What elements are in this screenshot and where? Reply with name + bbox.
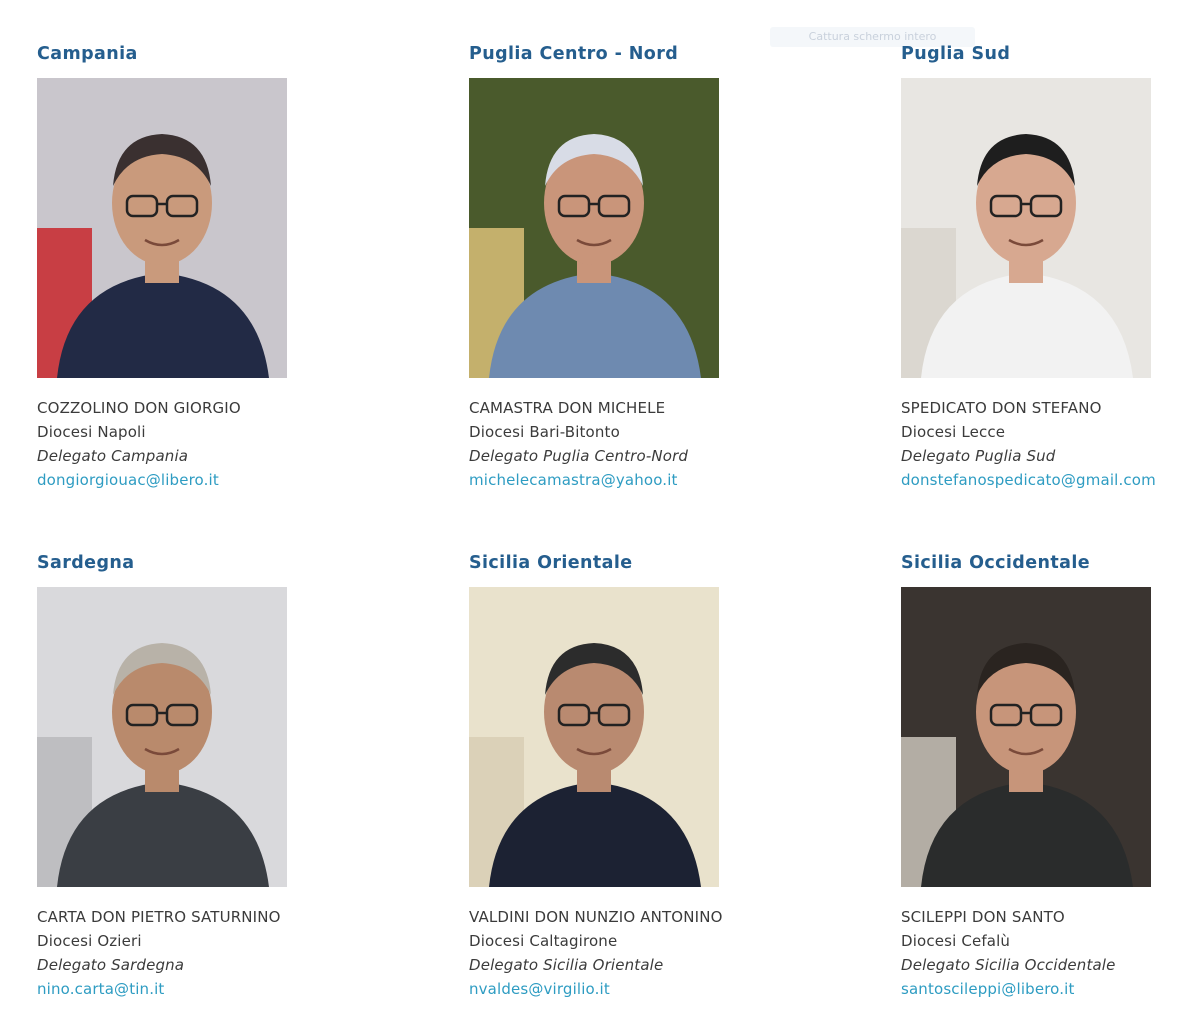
delegate-email-link[interactable]: michelecamastra@yahoo.it <box>469 471 678 489</box>
delegate-card-puglia-centro-nord: Puglia Centro - Nord CAMASTRA DON MICHEL… <box>469 43 769 489</box>
region-heading: Campania <box>37 44 138 64</box>
region-heading: Sicilia Orientale <box>469 553 633 573</box>
delegate-role: Delegato Campania <box>37 447 189 465</box>
delegate-card-campania: Campania COZZOLINO DON GIORGIO Diocesi N… <box>37 43 337 489</box>
region-heading: Sardegna <box>37 553 135 573</box>
delegate-role: Delegato Puglia Centro-Nord <box>469 447 689 465</box>
delegate-name: CARTA DON PIETRO SATURNINO <box>37 908 281 926</box>
delegate-diocese: Diocesi Lecce <box>901 423 1006 441</box>
delegate-name: CAMASTRA DON MICHELE <box>469 399 666 417</box>
delegate-diocese: Diocesi Napoli <box>37 423 146 441</box>
region-heading: Sicilia Occidentale <box>901 553 1090 573</box>
delegate-photo <box>37 587 287 887</box>
delegate-email-link[interactable]: donstefanospedicato@gmail.com <box>901 471 1156 489</box>
delegate-role: Delegato Puglia Sud <box>901 447 1056 465</box>
delegate-diocese: Diocesi Cefalù <box>901 932 1011 950</box>
delegate-info: COZZOLINO DON GIORGIO Diocesi Napoli Del… <box>37 396 241 492</box>
delegate-email-link[interactable]: dongiorgiouac@libero.it <box>37 471 219 489</box>
delegate-role: Delegato Sicilia Orientale <box>469 956 664 974</box>
delegate-diocese: Diocesi Ozieri <box>37 932 142 950</box>
delegate-name: SPEDICATO DON STEFANO <box>901 399 1102 417</box>
delegate-role: Delegato Sardegna <box>37 956 185 974</box>
delegate-role: Delegato Sicilia Occidentale <box>901 956 1116 974</box>
region-heading: Puglia Sud <box>901 44 1011 64</box>
delegate-card-sardegna: Sardegna CARTA DON PIETRO SATURNINO Dioc… <box>37 552 337 998</box>
delegate-card-puglia-sud: Puglia Sud SPEDICATO DON STEFANO Diocesi… <box>901 43 1200 489</box>
delegate-info: SCILEPPI DON SANTO Diocesi Cefalù Delega… <box>901 905 1116 1001</box>
delegate-name: COZZOLINO DON GIORGIO <box>37 399 241 417</box>
delegate-diocese: Diocesi Bari-Bitonto <box>469 423 620 441</box>
delegate-photo <box>901 78 1151 378</box>
delegate-info: VALDINI DON NUNZIO ANTONINO Diocesi Calt… <box>469 905 723 1001</box>
delegate-info: CARTA DON PIETRO SATURNINO Diocesi Ozier… <box>37 905 281 1001</box>
delegate-name: VALDINI DON NUNZIO ANTONINO <box>469 908 723 926</box>
delegate-email-link[interactable]: santoscileppi@libero.it <box>901 980 1075 998</box>
region-heading: Puglia Centro - Nord <box>469 44 679 64</box>
delegate-card-sicilia-orientale: Sicilia Orientale VALDINI DON NUNZIO ANT… <box>469 552 769 998</box>
delegate-photo <box>469 587 719 887</box>
delegate-email-link[interactable]: nvaldes@virgilio.it <box>469 980 610 998</box>
delegate-card-sicilia-occidentale: Sicilia Occidentale SCILEPPI DON SANTO D… <box>901 552 1200 998</box>
delegate-photo <box>469 78 719 378</box>
delegate-info: CAMASTRA DON MICHELE Diocesi Bari-Bitont… <box>469 396 688 492</box>
delegate-photo <box>37 78 287 378</box>
delegate-photo <box>901 587 1151 887</box>
delegate-name: SCILEPPI DON SANTO <box>901 908 1065 926</box>
delegate-diocese: Diocesi Caltagirone <box>469 932 618 950</box>
delegate-info: SPEDICATO DON STEFANO Diocesi Lecce Dele… <box>901 396 1156 492</box>
delegate-email-link[interactable]: nino.carta@tin.it <box>37 980 164 998</box>
